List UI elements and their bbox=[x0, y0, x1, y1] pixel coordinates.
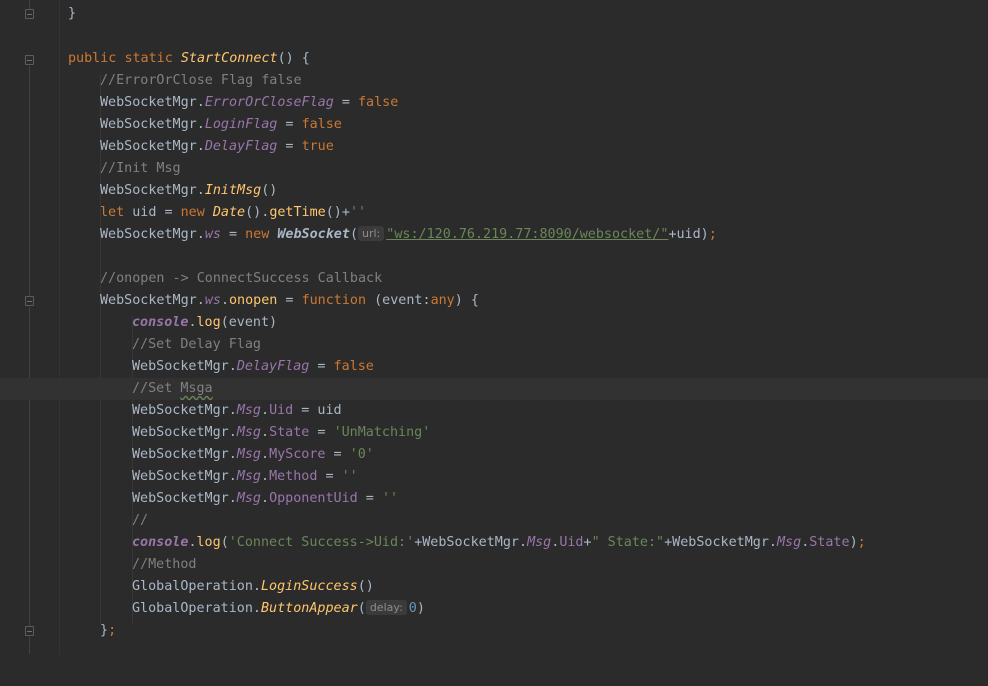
parameter-hint: delay: bbox=[365, 600, 407, 615]
code-line-24: // bbox=[0, 510, 988, 532]
code-line-27: GlobalOperation.LoginSuccess() bbox=[132, 579, 374, 594]
code-line-22: WebSocketMgr.Msg.Method = '' bbox=[132, 469, 358, 484]
code-line-8: //Init Msg bbox=[0, 158, 988, 180]
comment: // bbox=[132, 513, 149, 528]
function-name: StartConnect bbox=[180, 51, 278, 66]
keyword: public bbox=[68, 51, 117, 66]
code-line-14: WebSocketMgr.ws.onopen = function (event… bbox=[100, 293, 479, 308]
comment: //ErrorOrClose Flag false bbox=[100, 73, 302, 88]
code-line-26: //Method bbox=[0, 554, 988, 576]
code-line-11: WebSocketMgr.ws = new WebSocket(url: "ws:… bbox=[100, 226, 717, 242]
comment: //Set Delay Flag bbox=[132, 337, 261, 352]
url-string[interactable]: "ws:/120.76.219.77:8090/websocket/" bbox=[386, 227, 668, 242]
code-line-19: WebSocketMgr.Msg.Uid = uid bbox=[132, 403, 342, 418]
code-line-25: console.log('Connect Success->Uid:'+WebS… bbox=[132, 535, 866, 550]
code-line-21: WebSocketMgr.Msg.MyScore = '0' bbox=[132, 447, 374, 462]
code-line-5: WebSocketMgr.ErrorOrCloseFlag = false bbox=[100, 95, 399, 110]
code-line-23: WebSocketMgr.Msg.OpponentUid = '' bbox=[132, 491, 399, 506]
closing-brace: } bbox=[68, 6, 77, 21]
code-line-15: console.log(event) bbox=[132, 315, 278, 330]
code-line-4: //ErrorOrClose Flag false bbox=[0, 70, 988, 92]
code-line-6: WebSocketMgr.LoginFlag = false bbox=[100, 117, 342, 132]
code-line-28: GlobalOperation.ButtonAppear(delay: 0) bbox=[132, 600, 425, 616]
code-line-16: //Set Delay Flag bbox=[0, 334, 988, 356]
parameter-hint: url: bbox=[358, 226, 385, 241]
comment: //onopen -> ConnectSuccess Callback bbox=[100, 271, 383, 286]
keyword: static bbox=[124, 51, 173, 66]
code-line-3: public static StartConnect() { bbox=[68, 51, 310, 66]
comment: //Init Msg bbox=[100, 161, 181, 176]
code-editor[interactable]: } public static StartConnect() { //Error… bbox=[0, 0, 988, 654]
code-line-1: } bbox=[0, 3, 988, 25]
spelling-warning[interactable]: Msga bbox=[180, 381, 212, 396]
class-name: WebSocket bbox=[277, 227, 350, 242]
code-line-10: let uid = new Date().getTime()+'' bbox=[100, 205, 367, 220]
code-line-7: WebSocketMgr.DelayFlag = true bbox=[100, 139, 334, 154]
code-line-13: //onopen -> ConnectSuccess Callback bbox=[0, 268, 988, 290]
comment: //Method bbox=[132, 557, 197, 572]
code-line-29: }; bbox=[100, 623, 117, 638]
code-line-9: WebSocketMgr.InitMsg() bbox=[100, 183, 278, 198]
code-line-17: WebSocketMgr.DelayFlag = false bbox=[132, 359, 374, 374]
code-line-18-current: //Set Msga bbox=[0, 378, 988, 400]
code-line-20: WebSocketMgr.Msg.State = 'UnMatching' bbox=[132, 425, 431, 440]
